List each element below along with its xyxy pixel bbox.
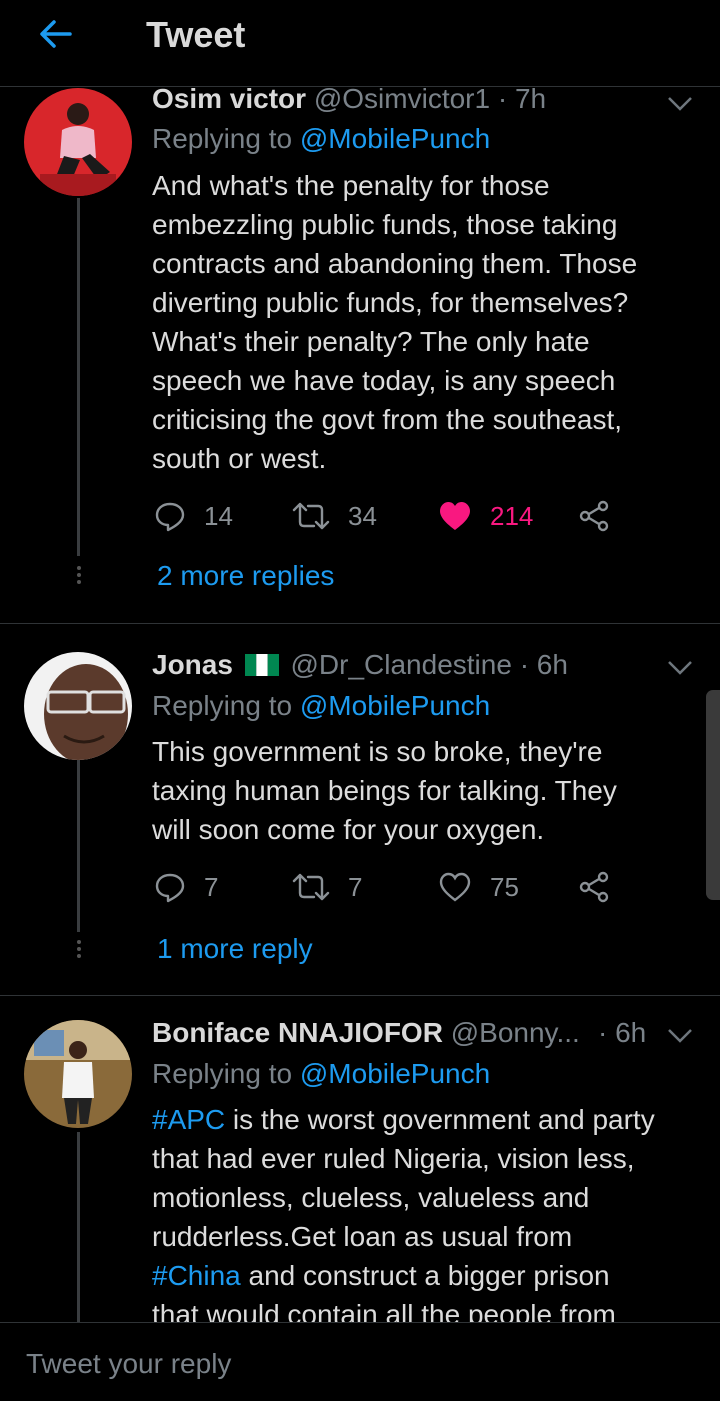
author-handle[interactable]: @Osimvictor1: [314, 83, 490, 114]
reply-button[interactable]: 14: [154, 496, 233, 536]
mention-link[interactable]: @MobilePunch: [300, 690, 490, 721]
chevron-down-icon[interactable]: [666, 94, 694, 114]
timestamp: · 7h: [497, 83, 547, 114]
avatar[interactable]: [24, 88, 132, 196]
avatar[interactable]: [24, 1020, 132, 1128]
reply-icon: [155, 873, 185, 903]
timestamp: · 6h: [598, 1017, 647, 1048]
retweet-button[interactable]: 7: [292, 867, 362, 907]
reply-icon: [155, 502, 185, 532]
author-name[interactable]: Boniface NNAJIOFOR: [152, 1017, 443, 1048]
share-icon: [579, 871, 609, 903]
scrollbar[interactable]: [706, 690, 720, 900]
tweet-actions: 14 34 214: [152, 496, 622, 536]
tweet-header: Jonas @Dr_Clandestine · 6h: [152, 648, 568, 682]
reply-button[interactable]: 7: [154, 867, 218, 907]
retweet-button[interactable]: 34: [292, 496, 377, 536]
share-icon: [579, 500, 609, 532]
retweet-count: 34: [348, 500, 377, 531]
replying-to: Replying to @MobilePunch: [152, 1057, 490, 1091]
hashtag-china[interactable]: #China: [152, 1260, 241, 1291]
tweet-text: #APC is the worst government and party t…: [152, 1100, 702, 1322]
heart-outline-icon: [439, 872, 471, 902]
thread-line: [77, 760, 80, 932]
replying-to: Replying to @MobilePunch: [152, 122, 490, 156]
tweet-boniface[interactable]: Boniface NNAJIOFOR @Bonny... · 6h Replyi…: [0, 996, 720, 1322]
more-replies-link[interactable]: 2 more replies: [157, 560, 334, 592]
heart-filled-icon: [440, 502, 470, 530]
reply-count: 14: [204, 500, 233, 531]
replying-prefix: Replying to: [152, 123, 293, 154]
like-button[interactable]: 75: [438, 867, 519, 907]
like-count: 214: [490, 500, 534, 531]
tweet-text: And what's the penalty for those embezzl…: [152, 170, 638, 474]
more-replies-link[interactable]: 1 more reply: [157, 933, 313, 965]
avatar[interactable]: [24, 652, 132, 760]
nigeria-flag-icon: [244, 650, 279, 676]
thread-dots: [74, 940, 84, 961]
tweet-header: Boniface NNAJIOFOR @Bonny...: [152, 1016, 580, 1050]
timestamp: · 6h: [519, 649, 568, 680]
share-button[interactable]: [578, 496, 628, 536]
tweet-actions: 7 7 75: [152, 867, 622, 907]
tweet-text-part: is the worst government and party that h…: [152, 1104, 655, 1252]
reply-count: 7: [204, 871, 219, 902]
top-bar: Tweet: [0, 0, 720, 87]
chevron-down-icon[interactable]: [666, 1026, 694, 1046]
share-button[interactable]: [578, 867, 628, 907]
retweet-count: 7: [348, 871, 363, 902]
hashtag-apc[interactable]: #APC: [152, 1104, 225, 1135]
retweet-icon: [292, 873, 330, 901]
retweet-icon: [292, 502, 330, 530]
mention-link[interactable]: @MobilePunch: [300, 123, 490, 154]
reply-input[interactable]: [24, 1343, 698, 1385]
replying-prefix: Replying to: [152, 690, 293, 721]
replying-to: Replying to @MobilePunch: [152, 689, 490, 723]
replying-prefix: Replying to: [152, 1058, 293, 1089]
author-handle[interactable]: @Bonny...: [451, 1017, 580, 1048]
reply-bar: [0, 1322, 720, 1401]
tweet-header: Osim victor @Osimvictor1 · 7h: [152, 82, 546, 116]
thread-line: [77, 1132, 80, 1322]
author-name[interactable]: Osim victor: [152, 83, 306, 114]
tweet-jonas[interactable]: Jonas @Dr_Clandestine · 6h Replying to @…: [0, 624, 720, 994]
author-name[interactable]: Jonas: [152, 649, 233, 680]
tweet-osim-victor[interactable]: Osim victor @Osimvictor1 · 7h Replying t…: [0, 83, 720, 622]
chevron-down-icon[interactable]: [666, 658, 694, 678]
tweet-text: This government is so broke, they're tax…: [152, 736, 617, 845]
mention-link[interactable]: @MobilePunch: [300, 1058, 490, 1089]
like-button[interactable]: 214: [438, 496, 533, 536]
back-arrow-icon[interactable]: [36, 14, 80, 58]
like-count: 75: [490, 871, 519, 902]
thread-line: [77, 198, 80, 556]
author-handle[interactable]: @Dr_Clandestine: [291, 649, 512, 680]
page-title: Tweet: [146, 14, 246, 55]
thread-dots: [74, 566, 84, 587]
